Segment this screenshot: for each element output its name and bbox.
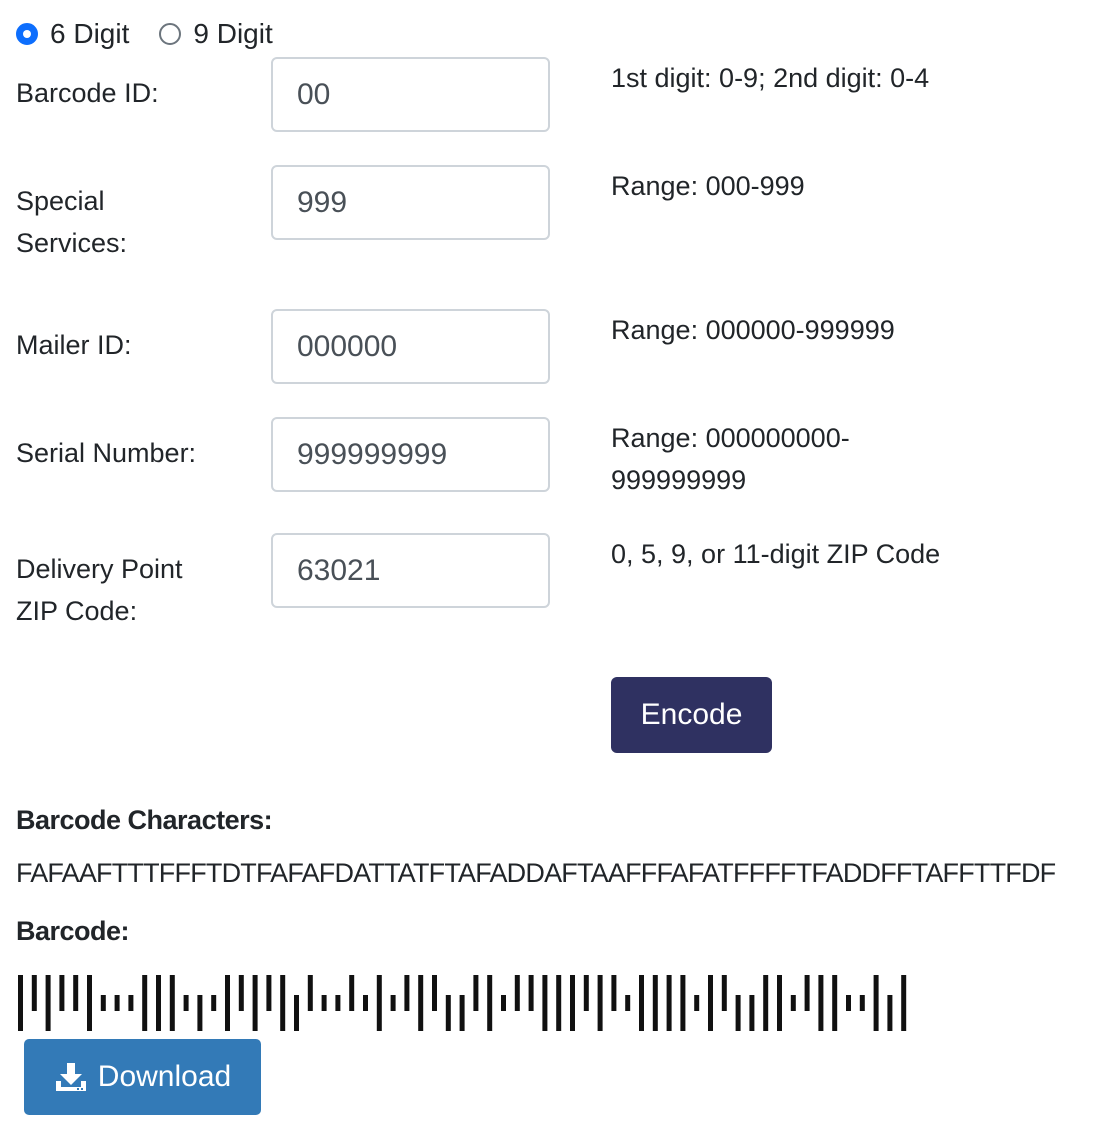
barcode-bar [225, 975, 230, 1031]
barcode-bar [873, 975, 879, 1031]
barcode-bar [349, 975, 355, 1011]
barcode-bar [901, 975, 907, 1031]
barcode-bar [432, 975, 437, 1011]
radio-6-digit[interactable] [16, 23, 38, 45]
barcode-bar [721, 975, 727, 1011]
option-6-digit[interactable]: 6 Digit [16, 18, 129, 50]
barcode-bar [280, 975, 286, 1031]
barcode-bar [363, 995, 368, 1011]
barcode-bar [390, 995, 396, 1011]
barcode-bar [445, 995, 451, 1031]
barcode-bar [73, 975, 79, 1011]
barcode-bar [528, 975, 534, 1011]
barcode-bar [307, 975, 313, 1011]
barcode-bar [114, 995, 120, 1011]
barcode-id-hint: 1st digit: 0-9; 2nd digit: 0-4 [611, 63, 930, 93]
serial-number-input[interactable] [271, 417, 550, 492]
barcode-bar [639, 975, 644, 1031]
barcode-bar [556, 975, 562, 1031]
serial-number-label: Serial Number: [16, 438, 197, 468]
barcode-bar [321, 995, 327, 1011]
barcode-bar [45, 975, 51, 1031]
barcode-bar [846, 995, 851, 1011]
barcode-bar [694, 995, 700, 1011]
barcode-bar [128, 995, 134, 1011]
barcode-id-label: Barcode ID: [16, 78, 159, 108]
option-6-digit-label: 6 Digit [50, 18, 130, 49]
barcode-bar [335, 995, 341, 1011]
barcode-bar [804, 975, 810, 1011]
barcode-bar [666, 975, 672, 1031]
mailer-id-input[interactable] [271, 309, 550, 384]
barcode-bar [252, 975, 258, 1031]
barcode-bar [156, 975, 161, 1031]
radio-9-digit[interactable] [159, 23, 182, 45]
barcode-bar [87, 975, 92, 1031]
barcode-bar [749, 995, 755, 1031]
barcode-bar [142, 975, 148, 1031]
special-services-input[interactable] [271, 165, 550, 240]
barcode-heading: Barcode: [16, 916, 130, 946]
barcode-bar [100, 995, 106, 1011]
barcode-bar [294, 995, 299, 1031]
barcode-characters-value: FAFAAFTTTFFFTDTFAFAFDATTATFTAFADDAFTAAFF… [16, 858, 1056, 888]
barcode-bar [583, 975, 589, 1011]
option-9-digit[interactable]: 9 Digit [159, 18, 273, 50]
download-label: Download [97, 1060, 232, 1093]
barcode-bar [183, 995, 189, 1011]
barcode-bar [31, 975, 37, 1011]
barcode-bar [570, 975, 575, 1031]
barcode-bar [418, 975, 424, 1031]
barcode-bar [238, 975, 244, 1011]
barcode-image [18, 975, 907, 1031]
barcode-bar [459, 995, 465, 1031]
barcode-bar [473, 975, 479, 1011]
mailer-id-hint: Range: 000000-999999 [611, 315, 895, 345]
barcode-bar [832, 975, 838, 1031]
download-button[interactable]: Download [24, 1039, 261, 1115]
zip-input[interactable] [271, 533, 550, 608]
barcode-bar [542, 975, 548, 1031]
barcode-bar [487, 975, 493, 1031]
barcode-bar [169, 975, 175, 1031]
barcode-bar [625, 995, 631, 1011]
barcode-bar [501, 995, 506, 1011]
barcode-bar [790, 995, 796, 1011]
barcode-characters-heading: Barcode Characters: [16, 805, 273, 835]
zip-hint: 0, 5, 9, or 11-digit ZIP Code [611, 539, 941, 569]
barcode-bar [680, 975, 686, 1031]
barcode-bar [197, 995, 203, 1031]
barcode-bar [376, 975, 382, 1031]
barcode-bar [18, 975, 23, 1031]
barcode-length-options: 6 Digit 9 Digit [16, 14, 303, 54]
option-9-digit-label: 9 Digit [193, 18, 273, 49]
barcode-bar [735, 995, 741, 1031]
barcode-bar [266, 975, 272, 1011]
barcode-bar [777, 975, 782, 1031]
barcode-bar [652, 975, 658, 1031]
special-services-label: Special Services: [16, 186, 128, 258]
serial-number-hint: Range: 000000000-999999999 [611, 423, 850, 495]
barcode-bar [597, 975, 603, 1031]
barcode-bar [708, 975, 713, 1031]
barcode-bar [818, 975, 824, 1031]
barcode-bar [611, 975, 617, 1011]
zip-label: Delivery Point ZIP Code: [16, 554, 183, 626]
mailer-id-label: Mailer ID: [16, 330, 132, 360]
barcode-bar [514, 975, 520, 1011]
barcode-bar [59, 975, 65, 1011]
barcode-bar [887, 995, 893, 1031]
barcode-bar [404, 975, 410, 1011]
barcode-id-input[interactable] [271, 57, 550, 132]
encode-button[interactable]: Encode [611, 677, 772, 753]
barcode-bar [763, 975, 769, 1031]
barcode-bar [859, 995, 865, 1011]
download-icon [55, 1063, 86, 1091]
barcode-bar [211, 995, 217, 1011]
special-services-hint: Range: 000-999 [611, 171, 805, 201]
